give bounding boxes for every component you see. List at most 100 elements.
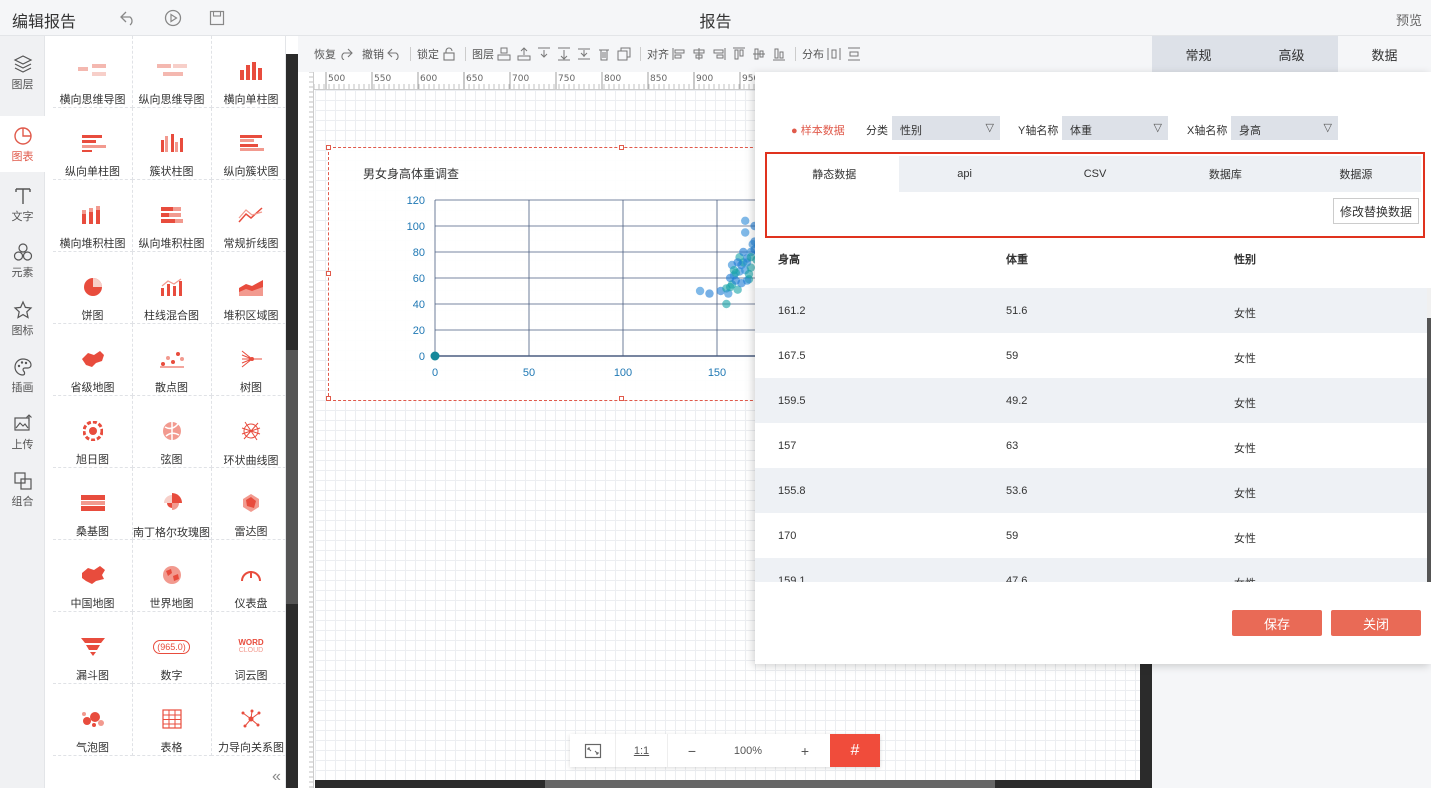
palette-item[interactable]: (965.0) 数字	[132, 612, 212, 684]
align-top-icon[interactable]	[731, 46, 747, 62]
palette-item[interactable]: 雷达图	[211, 468, 291, 540]
palette-item[interactable]: 纵向思维导图	[132, 36, 212, 108]
close-button[interactable]: 关闭	[1331, 610, 1421, 636]
palette-item[interactable]: 横向单柱图	[211, 36, 291, 108]
tab-general[interactable]: 常规	[1152, 36, 1245, 72]
palette-item[interactable]: 气泡图	[53, 684, 133, 756]
category-select[interactable]: 性别 ▽	[892, 116, 1000, 140]
tab-database[interactable]: 数据库	[1160, 156, 1290, 192]
table-row[interactable]: 170 59 女性	[755, 513, 1427, 558]
y-axis-select[interactable]: 体重 ▽	[1062, 116, 1168, 140]
palette-item[interactable]: WORD CLOUD 词云图	[211, 612, 291, 684]
palette-item[interactable]: 漏斗图	[53, 612, 133, 684]
layer-up-icon[interactable]	[516, 46, 532, 62]
table-scrollbar[interactable]	[1427, 288, 1431, 582]
table-row[interactable]: 159.1 47.6 女性	[755, 558, 1427, 582]
resize-handle[interactable]	[326, 396, 331, 401]
iconbar-item-text[interactable]: 文字	[0, 176, 45, 232]
column-header-height[interactable]: 身高	[778, 251, 800, 267]
palette-item[interactable]: 仪表盘	[211, 540, 291, 612]
align-vcenter-icon[interactable]	[751, 46, 767, 62]
palette-item[interactable]: 树图	[211, 324, 291, 396]
fit-screen-icon[interactable]	[570, 734, 616, 767]
palette-item[interactable]: 南丁格尔玫瑰图	[132, 468, 212, 540]
palette-item[interactable]: 表格	[132, 684, 212, 756]
iconbar-item-charts[interactable]: 图表	[0, 116, 45, 172]
table-row[interactable]: 167.5 59 女性	[755, 333, 1427, 378]
align-hcenter-icon[interactable]	[691, 46, 707, 62]
table-row[interactable]: 161.2 51.6 女性	[755, 288, 1427, 333]
palette-item[interactable]: 堆积区域图	[211, 252, 291, 324]
table-row[interactable]: 155.8 53.6 女性	[755, 468, 1427, 513]
palette-item[interactable]: 饼图	[53, 252, 133, 324]
modify-data-button[interactable]: 修改替换数据	[1332, 198, 1419, 224]
tab-data[interactable]: 数据	[1338, 36, 1431, 72]
palette-item[interactable]: 力导向关系图	[211, 684, 291, 756]
align-right-icon[interactable]	[711, 46, 727, 62]
zoom-out-button[interactable]: −	[668, 734, 716, 767]
copy-layer-icon[interactable]	[616, 46, 632, 62]
scrollbar-thumb[interactable]	[286, 350, 298, 604]
y-tick-label: 60	[413, 273, 425, 285]
undo-icon[interactable]	[118, 8, 138, 28]
layer-bottom-icon[interactable]	[556, 46, 572, 62]
iconbar-item-upload[interactable]: 上传	[0, 404, 45, 460]
layer-down-icon[interactable]	[536, 46, 552, 62]
align-left-icon[interactable]	[671, 46, 687, 62]
tab-static-data[interactable]: 静态数据	[769, 156, 900, 192]
layer-middle-icon[interactable]	[576, 46, 592, 62]
layer-top-icon[interactable]	[496, 46, 512, 62]
palette-item[interactable]: 纵向堆积柱图	[132, 180, 212, 252]
grid-toggle-icon[interactable]: #	[830, 734, 880, 767]
column-header-weight[interactable]: 体重	[1006, 251, 1028, 267]
palette-item[interactable]: 纵向单柱图	[53, 108, 133, 180]
palette-item[interactable]: 桑基图	[53, 468, 133, 540]
iconbar-item-group[interactable]: 组合	[0, 461, 45, 517]
table-row[interactable]: 159.5 49.2 女性	[755, 378, 1427, 423]
palette-item[interactable]: 弦图	[132, 396, 212, 468]
lock-button[interactable]: 锁定	[417, 46, 459, 62]
redo-button[interactable]: 恢复	[314, 46, 356, 62]
resize-handle[interactable]	[619, 396, 624, 401]
table-row[interactable]: 157 63 女性	[755, 423, 1427, 468]
distribute-vertical-icon[interactable]	[846, 46, 862, 62]
undo-toolbar-button[interactable]: 撤销	[362, 46, 404, 62]
save-icon[interactable]	[207, 8, 227, 28]
play-icon[interactable]	[163, 8, 183, 28]
palette-item[interactable]: 世界地图	[132, 540, 212, 612]
actual-size-button[interactable]: 1:1	[616, 734, 668, 767]
palette-item[interactable]: 簇状柱图	[132, 108, 212, 180]
palette-item[interactable]: 柱线混合图	[132, 252, 212, 324]
palette-item[interactable]: 环状曲线图	[211, 396, 291, 468]
save-button[interactable]: 保存	[1232, 610, 1322, 636]
iconbar-item-elements[interactable]: 元素	[0, 232, 45, 288]
tab-advanced[interactable]: 高级	[1245, 36, 1338, 72]
x-axis-select[interactable]: 身高 ▽	[1231, 116, 1338, 140]
tab-csv[interactable]: CSV	[1030, 156, 1160, 192]
column-header-gender[interactable]: 性别	[1234, 251, 1256, 267]
palette-item[interactable]: 横向堆积柱图	[53, 180, 133, 252]
palette-item[interactable]: 纵向簇状图	[211, 108, 291, 180]
zoom-in-button[interactable]: +	[780, 734, 830, 767]
delete-layer-icon[interactable]	[596, 46, 612, 62]
palette-scrollbar[interactable]	[286, 54, 298, 788]
palette-item[interactable]: 旭日图	[53, 396, 133, 468]
tab-api[interactable]: api	[899, 156, 1029, 192]
palette-item[interactable]: 中国地图	[53, 540, 133, 612]
palette-item[interactable]: 散点图	[132, 324, 212, 396]
iconbar-item-illustration[interactable]: 插画	[0, 347, 45, 403]
preview-button[interactable]: 预览	[1396, 10, 1422, 29]
palette-item[interactable]: 省级地图	[53, 324, 133, 396]
scatter-chart-widget[interactable]: 男女身高体重调查 0 20 40 60 80 100 120 0 50 100 150	[326, 145, 768, 401]
distribute-horizontal-icon[interactable]	[826, 46, 842, 62]
scrollbar-thumb[interactable]	[545, 780, 995, 788]
palette-item[interactable]: 横向思维导图	[53, 36, 133, 108]
align-bottom-icon[interactable]	[771, 46, 787, 62]
iconbar-item-layers[interactable]: 图层	[0, 44, 45, 100]
tab-datasource[interactable]: 数据源	[1291, 156, 1421, 192]
scrollbar-thumb[interactable]	[1427, 318, 1431, 582]
canvas-scrollbar-horizontal[interactable]	[315, 780, 1152, 788]
collapse-panel-icon[interactable]: «	[272, 768, 281, 786]
palette-item[interactable]: 常规折线图	[211, 180, 291, 252]
iconbar-item-icons[interactable]: 图标	[0, 290, 45, 346]
